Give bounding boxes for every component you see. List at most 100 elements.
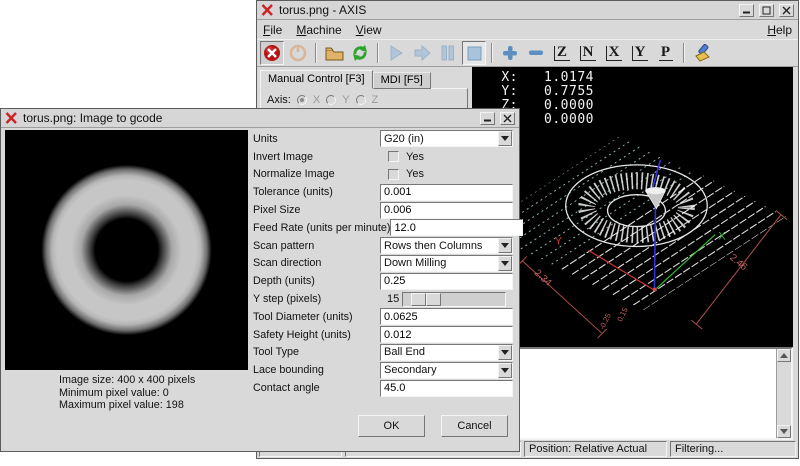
- view-front-button[interactable]: X: [602, 41, 626, 65]
- scan-direction-select[interactable]: Down Milling: [380, 255, 513, 272]
- field-row-tool-type: Tool Type Ball End: [253, 344, 513, 362]
- zoom-out-button[interactable]: [524, 41, 548, 65]
- view-rotated-letter: N: [580, 46, 597, 61]
- open-file-button[interactable]: [322, 41, 346, 65]
- view-rotated-top-button[interactable]: N: [576, 41, 600, 65]
- axis-titlebar[interactable]: torus.png - AXIS: [257, 1, 798, 20]
- dim-z2-label: -0.25: [597, 312, 613, 331]
- ok-button[interactable]: OK: [358, 415, 425, 437]
- menu-view[interactable]: View: [356, 23, 382, 37]
- dro-line-x: X: 1.0174: [478, 71, 793, 85]
- normalize-checkbox[interactable]: [388, 169, 399, 180]
- view-side-button[interactable]: Y: [628, 41, 652, 65]
- axis-x-radio[interactable]: [297, 95, 307, 105]
- toolbar-separator: [377, 43, 379, 63]
- field-row-pixel-size: Pixel Size: [253, 201, 513, 219]
- stop-button[interactable]: [462, 41, 486, 65]
- toolbar-separator: [491, 43, 493, 63]
- menu-help[interactable]: Help: [767, 23, 792, 37]
- axis-logo-icon: [5, 112, 18, 124]
- preview-panel: X: 1.0174 Y: 0.7755 Z: 0.0000 Vel: 0.000…: [472, 67, 793, 440]
- zoom-in-button[interactable]: [498, 41, 522, 65]
- machine-power-button[interactable]: [286, 41, 310, 65]
- chevron-down-icon: [498, 363, 512, 378]
- estop-button[interactable]: [260, 41, 284, 65]
- pixel-size-label: Pixel Size: [253, 204, 380, 216]
- step-button[interactable]: [410, 41, 434, 65]
- dro-y-value: 0.7755: [518, 85, 594, 99]
- dro-z-value: 0.0000: [518, 99, 594, 113]
- scan-pattern-label: Scan pattern: [253, 240, 380, 252]
- lace-label: Lace bounding: [253, 364, 380, 376]
- pause-button[interactable]: [436, 41, 460, 65]
- min-pixel-text: Minimum pixel value: 0: [59, 387, 195, 400]
- tab-manual-control[interactable]: Manual Control [F3]: [260, 70, 373, 89]
- dialog-minimize-button[interactable]: [480, 112, 495, 125]
- contact-angle-input[interactable]: [380, 380, 513, 397]
- contact-angle-label: Contact angle: [253, 382, 380, 394]
- pause-icon: [441, 45, 455, 61]
- reload-button[interactable]: [348, 41, 372, 65]
- view-top-letter: Z: [554, 46, 570, 61]
- tool-type-select[interactable]: Ball End: [380, 344, 513, 361]
- chevron-down-icon: [498, 256, 512, 271]
- tool-type-label: Tool Type: [253, 346, 380, 358]
- scan-pattern-value: Rows then Columns: [384, 240, 482, 252]
- tool-diameter-input[interactable]: [380, 308, 513, 325]
- gcode-scrollbar[interactable]: [776, 349, 791, 438]
- pixel-size-input[interactable]: [380, 202, 513, 219]
- maximize-button[interactable]: [759, 4, 774, 17]
- tolerance-label: Tolerance (units): [253, 186, 380, 198]
- normalize-checkbox-label: Yes: [406, 168, 424, 180]
- preview-3d[interactable]: 2.34 2.46 0.15 -0.25 Y X: [472, 129, 793, 347]
- tolerance-input[interactable]: [380, 184, 513, 201]
- toolpath-plot: 2.34 2.46 0.15 -0.25 Y X: [472, 129, 793, 347]
- clear-plot-button[interactable]: [690, 41, 714, 65]
- tab-mdi[interactable]: MDI [F5]: [373, 72, 431, 89]
- options-form: Units G20 (in) Invert Image Yes Normaliz…: [253, 130, 513, 397]
- dialog-close-button[interactable]: [500, 112, 515, 125]
- axis-y-radio[interactable]: [326, 95, 336, 105]
- run-button[interactable]: [384, 41, 408, 65]
- dialog-titlebar[interactable]: torus.png: Image to gcode: [1, 109, 519, 128]
- scan-direction-label: Scan direction: [253, 257, 380, 269]
- dim-left-label: 2.34: [532, 267, 554, 289]
- dimension-annotations: [518, 211, 787, 338]
- toolpath-rows: [480, 135, 786, 310]
- axis-label: Axis:: [267, 94, 291, 106]
- scroll-down-icon[interactable]: [777, 425, 791, 438]
- lace-bounding-select[interactable]: Secondary: [380, 362, 513, 379]
- invert-checkbox-label: Yes: [406, 151, 424, 163]
- field-row-y-step: Y step (pixels) 15: [253, 290, 513, 308]
- scroll-up-icon[interactable]: [777, 349, 791, 362]
- dro-y-label: Y:: [478, 85, 518, 99]
- depth-input[interactable]: [380, 273, 513, 290]
- cancel-button[interactable]: Cancel: [441, 415, 508, 437]
- dialog-title: torus.png: Image to gcode: [23, 111, 475, 125]
- dro-readout: X: 1.0174 Y: 0.7755 Z: 0.0000 Vel: 0.000…: [472, 67, 793, 129]
- field-row-depth: Depth (units): [253, 272, 513, 290]
- y-step-slider[interactable]: [402, 292, 506, 307]
- normalize-label: Normalize Image: [253, 168, 380, 180]
- view-top-button[interactable]: Z: [550, 41, 574, 65]
- invert-checkbox[interactable]: [388, 151, 399, 162]
- minimize-button[interactable]: [739, 4, 754, 17]
- menu-machine[interactable]: Machine: [296, 23, 341, 37]
- feed-rate-input[interactable]: [390, 219, 523, 236]
- field-row-lace: Lace bounding Secondary: [253, 361, 513, 379]
- axis-z-radio[interactable]: [356, 95, 366, 105]
- field-row-scan-direction: Scan direction Down Milling: [253, 255, 513, 273]
- scan-pattern-select[interactable]: Rows then Columns: [380, 237, 513, 254]
- view-perspective-button[interactable]: P: [654, 41, 678, 65]
- axis-x-glyph: X: [718, 230, 726, 242]
- chevron-down-icon: [498, 345, 512, 360]
- safety-height-input[interactable]: [380, 326, 513, 343]
- scan-direction-value: Down Milling: [384, 257, 446, 269]
- units-select[interactable]: G20 (in): [380, 130, 513, 147]
- y-step-slider-handle[interactable]: [411, 293, 441, 306]
- close-button[interactable]: [779, 4, 794, 17]
- dro-line-y: Y: 0.7755: [478, 85, 793, 99]
- depth-label: Depth (units): [253, 275, 380, 287]
- dro-x-label: X:: [478, 71, 518, 85]
- menu-file[interactable]: File: [263, 23, 282, 37]
